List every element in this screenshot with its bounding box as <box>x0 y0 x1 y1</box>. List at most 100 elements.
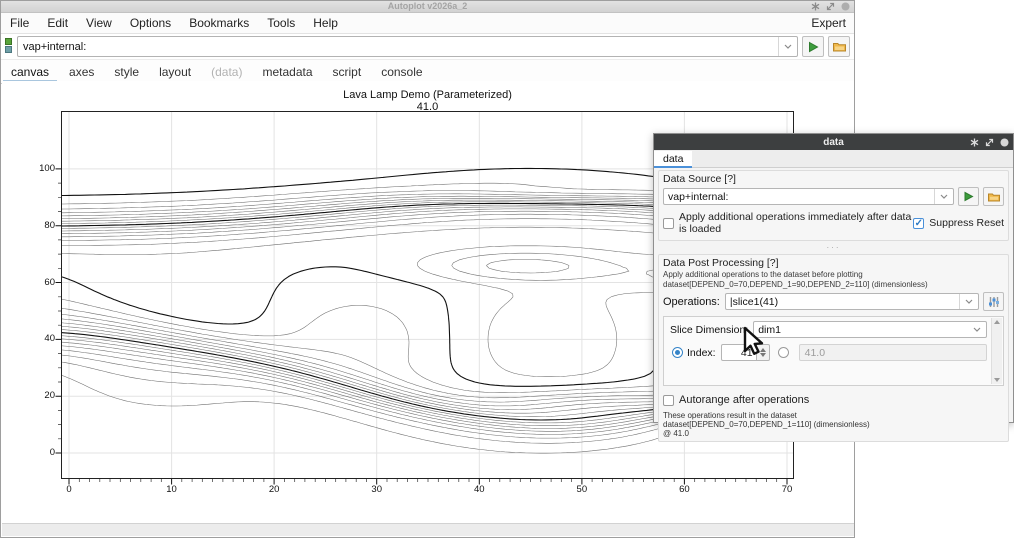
uri-input[interactable]: vap+internal: <box>17 36 798 57</box>
window-title: Autoplot v2026a_2 <box>388 1 468 12</box>
operations-label: Operations: <box>663 296 720 308</box>
sticky-pin-icon[interactable] <box>970 138 979 147</box>
result-at-value: @ 41.0 <box>659 429 1008 438</box>
dialog-tab-data[interactable]: data <box>654 151 692 167</box>
chevron-down-icon <box>973 327 981 332</box>
x-tick-label: 50 <box>569 484 595 495</box>
sticky-pin-icon[interactable] <box>811 2 820 11</box>
value-field-disabled: 41.0 <box>799 344 987 361</box>
play-icon <box>807 41 819 53</box>
apply-operations-label: Apply additional operations immediately … <box>679 211 913 235</box>
tab-layout[interactable]: layout <box>149 62 201 83</box>
x-tick-label: 40 <box>466 484 492 495</box>
folder-icon <box>833 41 846 52</box>
data-source-frame: Data Source [?] vap+internal: Apply addi… <box>658 170 1009 241</box>
dialog-title: data <box>823 137 844 148</box>
post-processing-hint: Apply additional operations to the datas… <box>659 269 1008 279</box>
input-dataset-text: dataset[DEPEND_0=70,DEPEND_1=90,DEPEND_2… <box>659 279 1008 289</box>
datasource-status-icon <box>5 38 14 56</box>
operations-dropdown-button[interactable] <box>959 294 978 309</box>
operations-editor-button[interactable] <box>983 292 1004 311</box>
operations-value[interactable]: |slice1(41) <box>726 296 959 308</box>
dialog-titlebar[interactable]: data <box>654 134 1013 150</box>
data-source-dropdown-button[interactable] <box>934 189 953 204</box>
suppress-reset-label: Suppress Reset <box>929 217 1004 229</box>
address-row: vap+internal: <box>1 34 854 60</box>
tab-data[interactable]: (data) <box>201 62 252 83</box>
tab-style[interactable]: style <box>104 62 149 83</box>
y-tick-label: 0 <box>23 447 55 458</box>
tab-script[interactable]: script <box>323 62 372 83</box>
menu-bookmarks[interactable]: Bookmarks <box>180 16 258 30</box>
x-tick-label: 60 <box>671 484 697 495</box>
x-tick-label: 20 <box>261 484 287 495</box>
panel-scrollbar[interactable] <box>991 318 1002 384</box>
uri-value[interactable]: vap+internal: <box>18 41 778 53</box>
dialog-go-button[interactable] <box>958 187 979 206</box>
open-local-file-button[interactable] <box>828 36 850 57</box>
apply-operations-checkbox[interactable] <box>663 218 674 229</box>
slice-dimension-select[interactable]: dim1 <box>753 321 987 338</box>
index-label: Index: <box>687 347 716 359</box>
chevron-down-icon <box>784 44 792 49</box>
y-tick-label: 60 <box>23 277 55 288</box>
slice-dimension-label: Slice Dimension: <box>670 324 748 336</box>
maximize-icon[interactable] <box>826 2 835 11</box>
menu-tools[interactable]: Tools <box>258 16 304 30</box>
menu-bar: File Edit View Options Bookmarks Tools H… <box>1 13 854 34</box>
post-processing-label: Data Post Processing [?] <box>659 255 1008 269</box>
result-hint: These operations result in the dataset <box>659 411 1008 420</box>
autorange-label: Autorange after operations <box>679 394 809 406</box>
play-icon <box>963 191 974 202</box>
scroll-down-icon[interactable] <box>994 378 1000 382</box>
chevron-down-icon <box>940 194 948 199</box>
folder-icon <box>988 192 1000 202</box>
data-source-label: Data Source [?] <box>659 171 1008 185</box>
expert-mode-label: Expert <box>811 16 846 30</box>
data-source-input[interactable]: vap+internal: <box>663 188 954 205</box>
chevron-down-icon <box>965 299 973 304</box>
x-tick-label: 70 <box>774 484 800 495</box>
tab-axes[interactable]: axes <box>59 62 104 83</box>
y-tick-label: 100 <box>23 163 55 174</box>
filters-icon <box>988 296 1000 308</box>
suppress-reset-checkbox[interactable]: ✓ <box>913 218 924 229</box>
collapse-handle[interactable]: ··· <box>827 245 841 251</box>
slice-dimension-dropdown-button[interactable] <box>968 322 986 337</box>
close-icon[interactable] <box>841 2 850 11</box>
operations-input[interactable]: |slice1(41) <box>725 293 979 310</box>
menu-view[interactable]: View <box>77 16 121 30</box>
menu-edit[interactable]: Edit <box>38 16 77 30</box>
menu-options[interactable]: Options <box>121 16 180 30</box>
go-plot-button[interactable] <box>802 36 824 57</box>
dialog-open-file-button[interactable] <box>983 187 1004 206</box>
result-dataset: dataset[DEPEND_0=70,DEPEND_1=110] (dimen… <box>659 420 1008 429</box>
tab-console[interactable]: console <box>371 62 432 83</box>
autorange-checkbox[interactable] <box>663 395 674 406</box>
dialog-tab-bar: data <box>654 150 1013 168</box>
plot-title: Lava Lamp Demo (Parameterized) <box>161 89 694 101</box>
y-tick-label: 40 <box>23 333 55 344</box>
value-radio[interactable] <box>778 347 789 358</box>
x-tick-label: 0 <box>56 484 82 495</box>
y-tick-label: 20 <box>23 390 55 401</box>
uri-dropdown-button[interactable] <box>778 37 797 56</box>
index-radio[interactable] <box>672 347 683 358</box>
maximize-icon[interactable] <box>985 138 994 147</box>
menu-file[interactable]: File <box>1 16 38 30</box>
dialog-body: Data Source [?] vap+internal: Apply addi… <box>654 167 1013 422</box>
post-processing-frame: Data Post Processing [?] Apply additiona… <box>658 254 1009 442</box>
x-tick-label: 30 <box>364 484 390 495</box>
slice-dimension-value[interactable]: dim1 <box>754 324 968 336</box>
tab-canvas[interactable]: canvas <box>1 62 59 83</box>
scroll-up-icon[interactable] <box>994 320 1000 324</box>
close-icon[interactable] <box>1000 138 1009 147</box>
tab-metadata[interactable]: metadata <box>252 62 322 83</box>
window-titlebar[interactable]: Autoplot v2026a_2 <box>1 1 854 13</box>
menu-help[interactable]: Help <box>304 16 347 30</box>
data-dialog: data data Data Source [?] vap+internal: <box>653 133 1014 423</box>
data-source-value[interactable]: vap+internal: <box>664 191 934 203</box>
x-tick-label: 10 <box>159 484 185 495</box>
status-bar <box>2 523 854 536</box>
mouse-cursor <box>741 326 767 358</box>
